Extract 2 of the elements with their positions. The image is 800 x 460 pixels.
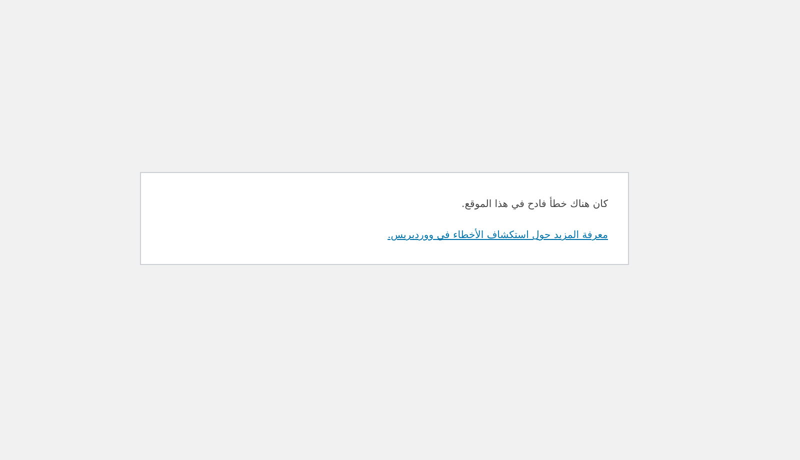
error-message: كان هناك خطأ فادح في هذا الموقع. bbox=[462, 197, 608, 213]
help-link[interactable]: معرفة المزيد حول استكشاف الأخطاء في ووردبريس. bbox=[388, 228, 608, 244]
